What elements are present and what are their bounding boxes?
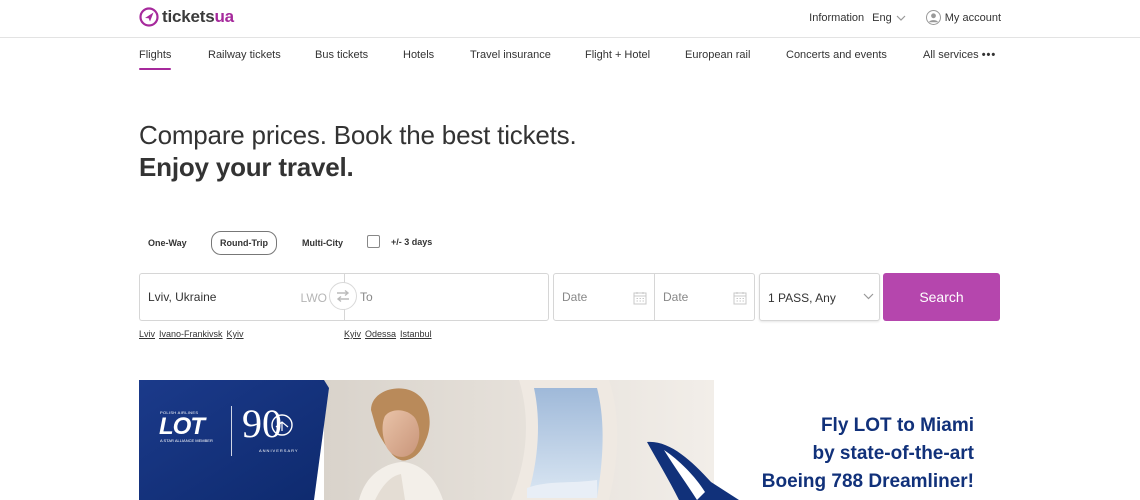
passengers-selector[interactable]: 1 PASS, Any — [759, 273, 880, 321]
passengers-value: 1 PASS, Any — [768, 291, 836, 305]
my-account-label: My account — [944, 11, 1001, 24]
calendar-icon — [733, 292, 747, 305]
nav-concerts-events[interactable]: Concerts and events — [786, 49, 887, 61]
quick-to-links: Kyiv Odessa Istanbul — [344, 329, 436, 339]
services-nav: Flights Railway tickets Bus tickets Hote… — [139, 38, 1001, 72]
nav-travel-insurance[interactable]: Travel insurance — [470, 49, 551, 61]
swap-button[interactable] — [329, 282, 357, 310]
return-date-field[interactable] — [654, 273, 755, 321]
nav-railway-tickets[interactable]: Railway tickets — [208, 49, 281, 61]
user-icon — [925, 10, 941, 25]
logo[interactable]: ticketsua — [139, 7, 234, 27]
trip-round-trip[interactable]: Round-Trip — [211, 231, 277, 255]
all-services-label: All services — [923, 49, 979, 61]
nav-all-services[interactable]: All services ••• — [923, 49, 996, 61]
flex-dates-label: +/- 3 days — [391, 237, 433, 247]
depart-date-input[interactable] — [562, 290, 622, 304]
chevron-down-icon — [896, 15, 906, 21]
from-input[interactable] — [148, 290, 288, 304]
lot-anniversary-number: 90 — [242, 401, 282, 446]
quick-from-link[interactable]: Ivano-Frankivsk — [159, 329, 223, 339]
quick-to-link[interactable]: Odessa — [365, 329, 396, 339]
hero-subtitle: Enjoy your travel. — [139, 152, 354, 182]
trip-multi-city[interactable]: Multi-City — [293, 231, 352, 255]
from-airport-code: LWO — [300, 291, 327, 305]
trip-one-way[interactable]: One-Way — [139, 231, 196, 255]
hero-title: Compare prices. Book the best tickets. — [139, 120, 577, 150]
quick-from-link[interactable]: Kyiv — [227, 329, 244, 339]
quick-to-link[interactable]: Kyiv — [344, 329, 361, 339]
language-label: Eng — [872, 11, 892, 24]
flex-dates-checkbox[interactable] — [367, 235, 380, 248]
lot-logo-word: LOT — [159, 413, 205, 440]
information-link[interactable]: Information — [809, 12, 864, 24]
quick-from-links: Lviv Ivano-Frankivsk Kyiv — [139, 329, 248, 339]
top-bar: ticketsua Information Eng My account — [0, 0, 1140, 38]
banner-headline-3: Boeing 788 Dreamliner! — [761, 471, 974, 492]
promo-banner[interactable]: POLISH AIRLINES LOT A STAR ALLIANCE MEMB… — [139, 380, 1001, 500]
language-selector[interactable]: Eng — [872, 12, 906, 24]
banner-headline-2: by state-of-the-art — [812, 443, 974, 464]
from-field[interactable]: LWO — [139, 273, 345, 321]
to-field[interactable] — [344, 273, 549, 321]
nav-bus-tickets[interactable]: Bus tickets — [315, 49, 368, 61]
logo-icon — [139, 7, 159, 27]
lot-anniversary-word: ANNIVERSARY — [259, 448, 299, 453]
more-dots-icon: ••• — [981, 49, 997, 61]
nav-hotels[interactable]: Hotels — [403, 49, 434, 61]
swap-icon — [336, 289, 350, 303]
depart-date-field[interactable] — [553, 273, 655, 321]
return-date-input[interactable] — [663, 290, 723, 304]
search-button[interactable]: Search — [883, 273, 1000, 321]
to-input[interactable] — [360, 290, 500, 304]
chevron-down-icon — [863, 293, 874, 300]
quick-from-link[interactable]: Lviv — [139, 329, 155, 339]
my-account-link[interactable]: My account — [925, 10, 1001, 25]
lot-alliance: A STAR ALLIANCE MEMBER — [160, 438, 213, 443]
nav-flight-hotel[interactable]: Flight + Hotel — [585, 49, 650, 61]
quick-to-link[interactable]: Istanbul — [400, 329, 432, 339]
header-actions: Information Eng My account — [809, 10, 1001, 25]
calendar-icon — [633, 292, 647, 305]
banner-headline-1: Fly LOT to Miami — [820, 415, 974, 436]
nav-flights[interactable]: Flights — [139, 49, 172, 70]
nav-european-rail[interactable]: European rail — [685, 49, 750, 61]
logo-text: ticketsua — [162, 7, 234, 26]
